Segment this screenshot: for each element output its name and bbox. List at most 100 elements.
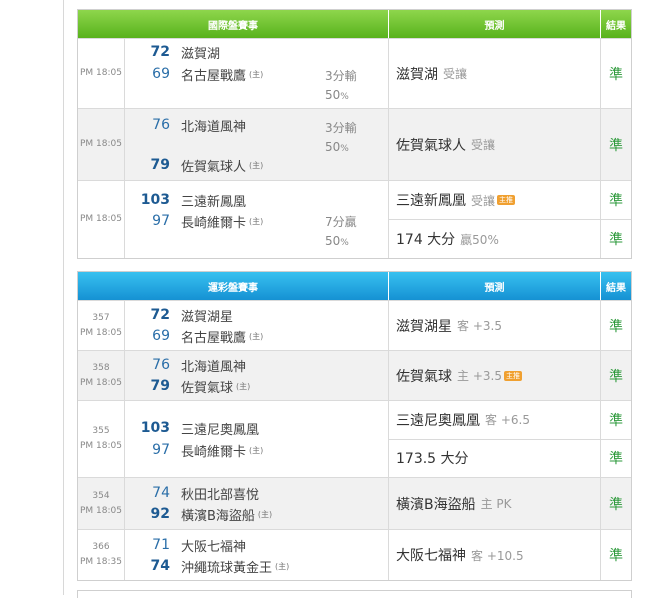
away-team-name: 三遠新鳳凰 — [181, 194, 247, 210]
away-score: 71 — [152, 537, 170, 553]
match-row[interactable]: 358 PM 18:05 76 北海道風神 79 佐賀氣球 (主) 佐賀氣球 主… — [78, 350, 631, 400]
match-time: PM 18:05 — [80, 214, 122, 224]
featured-badge: 主推 — [497, 195, 516, 205]
result-cell: 準 — [601, 39, 631, 108]
home-team-name: 長崎維爾卡 — [181, 215, 247, 231]
prediction-cell: 三遠新鳳凰 受讓 主推 174 大分 贏50% — [389, 181, 601, 258]
away-score: 76 — [152, 357, 170, 373]
score-margin: 7分贏 50% — [325, 213, 357, 253]
teams-cell: 76 北海道風神 79 佐賀氣球 (主) — [125, 351, 389, 400]
away-team: 72 滋賀湖星 — [125, 305, 234, 325]
margin-pct: 50 — [325, 234, 341, 248]
prediction-sub: 受讓 — [443, 67, 468, 81]
away-team-name: 秋田北部喜悅 — [181, 487, 260, 503]
home-score: 69 — [152, 328, 170, 344]
away-team: 74 秋田北部喜悅 — [125, 483, 259, 503]
margin-pct: 50 — [325, 88, 341, 102]
prediction-cell: 滋賀湖星 客 +3.5 — [389, 301, 601, 350]
match-row[interactable]: PM 18:05 103 三遠新鳳凰 97 長崎維爾卡 (主) 7分贏 50% … — [78, 180, 631, 258]
home-team: 69 名古屋戰鷹 (主) — [125, 326, 263, 346]
home-tag: (主) — [249, 69, 264, 79]
away-team-name: 滋賀湖星 — [181, 309, 234, 325]
match-time-cell: PM 18:05 — [78, 181, 125, 258]
away-score: 103 — [140, 192, 170, 208]
away-team-name: 滋賀湖 — [181, 46, 221, 62]
teams-cell: 72 滋賀湖星 69 名古屋戰鷹 (主) — [125, 301, 389, 350]
prediction-item: 滋賀湖星 客 +3.5 — [389, 301, 600, 350]
prediction-text: 佐賀氣球 — [396, 368, 452, 385]
match-row[interactable]: 355 PM 18:05 103 三遠尼奧鳳凰 97 長崎維爾卡 (主) 三遠尼… — [78, 400, 631, 477]
result-mark: 準 — [609, 412, 623, 429]
home-team: 97 長崎維爾卡 (主) — [125, 440, 263, 460]
prediction-item: 滋賀湖 受讓 — [389, 39, 600, 108]
prediction-text: 滋賀湖 — [396, 66, 438, 83]
home-score: 97 — [152, 213, 170, 229]
prediction-sub: 贏50% — [460, 232, 499, 247]
prediction-sub: 客 +3.5 — [457, 319, 502, 333]
match-time: PM 18:05 — [80, 377, 122, 388]
match-row[interactable]: 366 PM 18:35 71 大阪七福神 74 沖繩琉球黃金王 (主) 大阪七… — [78, 529, 631, 580]
prediction-item: 大阪七福神 客 +10.5 — [389, 530, 600, 580]
prediction-item: 橫濱B海盜船 主 PK — [389, 478, 600, 529]
match-row[interactable]: 354 PM 18:05 74 秋田北部喜悅 92 橫濱B海盜船 (主) 橫濱B… — [78, 477, 631, 529]
teams-cell: 74 秋田北部喜悅 92 橫濱B海盜船 (主) — [125, 478, 389, 529]
prediction-text: 大阪七福神 — [396, 548, 466, 564]
international-lines-panel: 國際盤賽事 預測 結果 PM 18:05 72 滋賀湖 69 名古屋戰鷹 (主)… — [77, 9, 632, 259]
home-team-name: 橫濱B海盜船 — [181, 508, 255, 524]
away-team: 103 三遠尼奧鳳凰 — [125, 418, 259, 438]
col-header-match: 運彩盤賽事 — [78, 272, 389, 300]
result-mark: 準 — [609, 137, 623, 154]
result-mark: 準 — [609, 368, 623, 385]
home-tag: (主) — [275, 561, 290, 571]
prediction-sub: 客 +6.5 — [485, 413, 530, 428]
home-score: 92 — [150, 506, 170, 522]
prediction-item: 佐賀氣球 主 +3.5 主推 — [389, 351, 600, 400]
home-score: 79 — [150, 378, 170, 394]
result-cell: 準 準 — [601, 401, 631, 477]
teams-cell: 72 滋賀湖 69 名古屋戰鷹 (主) 3分輸 50% — [125, 39, 389, 108]
home-score: 97 — [152, 442, 170, 458]
result-cell: 準 準 — [601, 181, 631, 258]
home-tag: (主) — [249, 445, 264, 455]
home-score: 79 — [150, 157, 170, 173]
away-team: 103 三遠新鳳凰 — [125, 190, 246, 210]
match-row[interactable]: PM 18:05 76 北海道風神 79 佐賀氣球人 (主) 3分輸 50% 佐… — [78, 108, 631, 180]
match-row[interactable]: PM 18:05 72 滋賀湖 69 名古屋戰鷹 (主) 3分輸 50% 滋賀湖… — [78, 38, 631, 108]
score-margin: 3分輸 50% — [325, 67, 357, 107]
prediction-item: 佐賀氣球人 受讓 — [389, 109, 600, 180]
away-team: 76 北海道風神 — [125, 355, 246, 375]
result-cell: 準 — [601, 478, 631, 529]
featured-badge: 主推 — [503, 370, 522, 381]
home-score: 69 — [152, 66, 170, 82]
match-row[interactable]: 357 PM 18:05 72 滋賀湖星 69 名古屋戰鷹 (主) 滋賀湖星 客… — [78, 300, 631, 350]
result-mark: 準 — [609, 318, 623, 335]
col-header-prediction: 預測 — [389, 272, 601, 300]
col-header-result: 結果 — [606, 20, 626, 32]
home-team-name: 名古屋戰鷹 — [181, 68, 247, 84]
col-header-match: 國際盤賽事 — [78, 10, 389, 38]
match-time-cell: 366 PM 18:35 — [78, 530, 125, 580]
margin-pct-unit: % — [340, 144, 349, 154]
prediction-sub: 主 PK — [480, 497, 512, 511]
prediction-item: 三遠尼奧鳳凰 客 +6.5 — [389, 401, 600, 439]
page-left-border — [63, 0, 64, 595]
col-header-prediction: 預測 — [389, 10, 601, 38]
prediction-text: 174 大分 — [396, 232, 456, 248]
result-mark: 準 — [609, 548, 623, 564]
match-time: PM 18:05 — [80, 139, 122, 149]
margin-pct-unit: % — [340, 238, 349, 248]
prediction-sub: 受讓 — [471, 138, 496, 152]
teams-cell: 103 三遠新鳳凰 97 長崎維爾卡 (主) 7分贏 50% — [125, 181, 389, 258]
result-cell: 準 — [601, 301, 631, 350]
match-time: PM 18:05 — [80, 68, 122, 78]
home-tag: (主) — [249, 216, 264, 226]
away-score: 76 — [152, 117, 170, 133]
match-time: PM 18:35 — [80, 557, 122, 567]
away-score: 103 — [140, 420, 170, 436]
game-number: 354 — [92, 490, 110, 501]
away-score: 74 — [152, 485, 170, 501]
away-team-name: 三遠尼奧鳳凰 — [181, 422, 260, 438]
result-cell: 準 — [601, 351, 631, 400]
margin-text: 7分贏 — [325, 215, 357, 229]
home-score: 74 — [150, 558, 170, 574]
